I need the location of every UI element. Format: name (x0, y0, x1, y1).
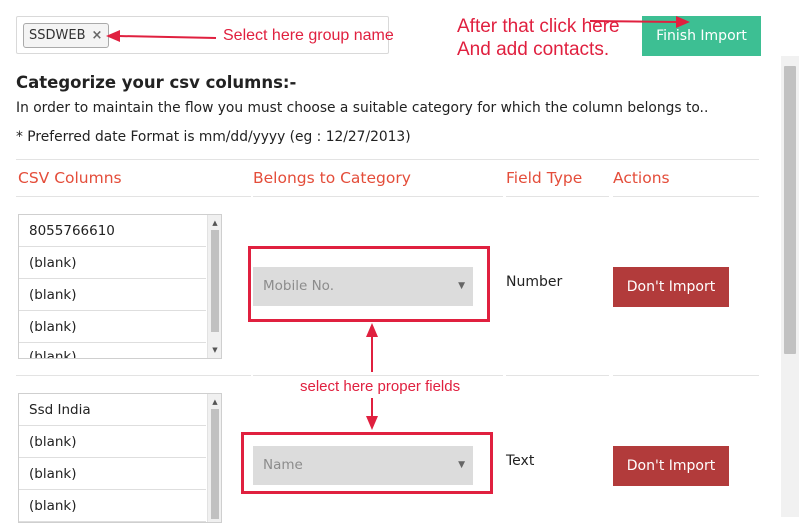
arrow-to-finish-button (589, 20, 679, 23)
arrow-head-icon (366, 416, 378, 430)
arrow-head-icon (106, 30, 120, 42)
annotation-arrows (106, 16, 690, 430)
arrow-head-icon (366, 323, 378, 337)
arrow-to-group-tag (117, 35, 217, 39)
arrow-head-icon (676, 16, 690, 28)
